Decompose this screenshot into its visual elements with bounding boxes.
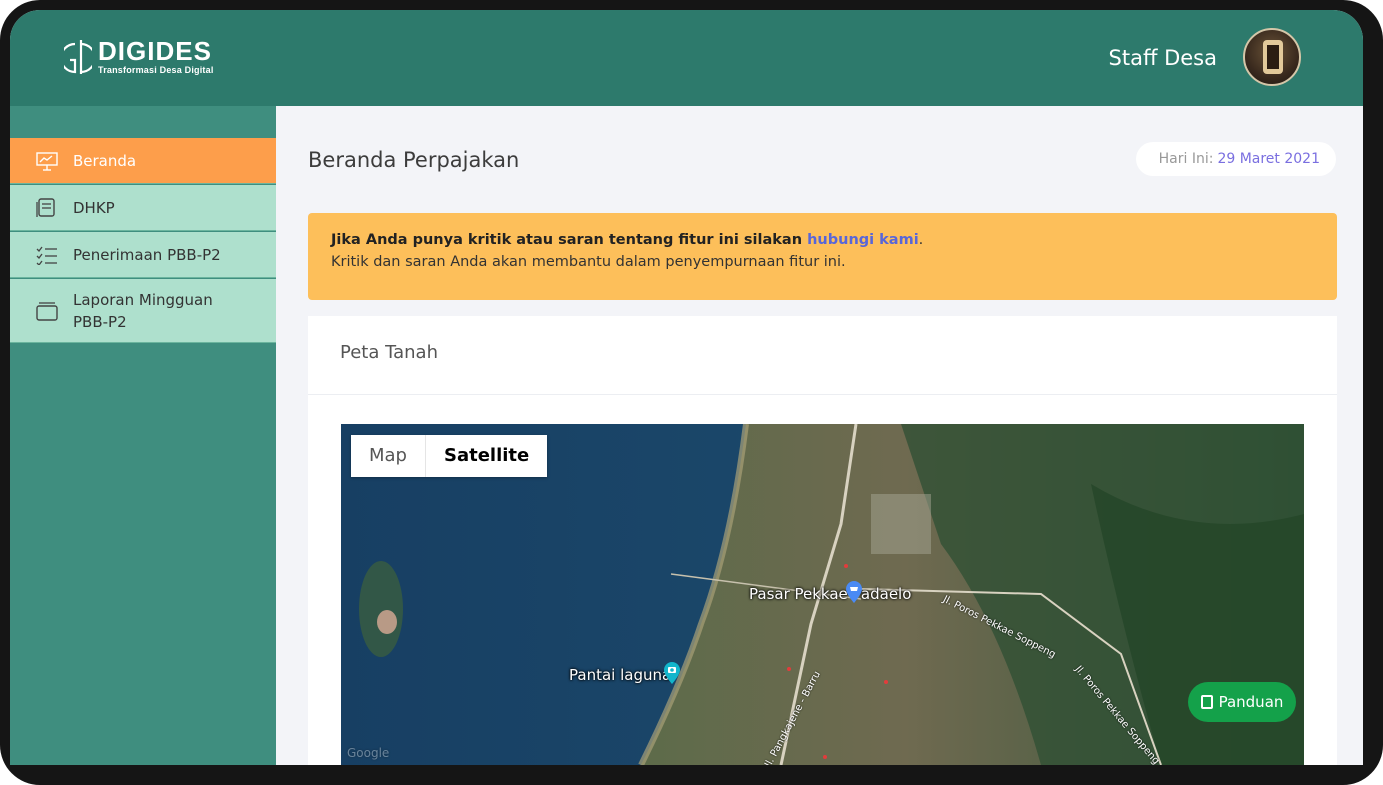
panduan-label: Panduan bbox=[1218, 693, 1284, 711]
place-label-pantai[interactable]: Pantai laguna bbox=[569, 666, 671, 684]
top-header: DIGIDES Transformasi Desa Digital Staff … bbox=[10, 10, 1363, 106]
card-title: Peta Tanah bbox=[340, 342, 438, 363]
feedback-alert: Jika Anda punya kritik atau saran tentan… bbox=[308, 213, 1337, 300]
folder-icon bbox=[36, 301, 58, 321]
app-frame: DIGIDES Transformasi Desa Digital Staff … bbox=[10, 10, 1363, 765]
sidebar-item-label: Beranda bbox=[73, 151, 137, 170]
google-attribution: Google bbox=[347, 746, 390, 760]
user-name[interactable]: Staff Desa bbox=[1109, 46, 1217, 70]
alert-text: Jika Anda punya kritik atau saran tentan… bbox=[331, 232, 808, 248]
contact-link[interactable]: hubungi kami bbox=[807, 232, 919, 248]
sidebar-item-beranda[interactable]: Beranda bbox=[10, 138, 276, 184]
checklist-icon bbox=[36, 245, 58, 266]
date-value: 29 Maret 2021 bbox=[1217, 151, 1320, 167]
sidebar-item-dhkp[interactable]: DHKP bbox=[10, 185, 276, 231]
avatar-image-detail bbox=[1267, 45, 1279, 69]
brand-logo[interactable]: DIGIDES Transformasi Desa Digital bbox=[59, 36, 214, 76]
camera-pin-icon[interactable] bbox=[663, 662, 681, 684]
avatar[interactable] bbox=[1243, 28, 1301, 86]
sidebar-item-penerimaan[interactable]: Penerimaan PBB-P2 bbox=[10, 232, 276, 278]
map-type-map-button[interactable]: Map bbox=[351, 435, 426, 477]
date-label: Hari Ini: bbox=[1158, 151, 1214, 167]
brand-name: DIGIDES bbox=[98, 36, 212, 66]
map-type-control: Map Satellite bbox=[351, 435, 548, 477]
date-badge: Hari Ini: 29 Maret 2021 bbox=[1136, 142, 1336, 176]
page-title: Beranda Perpajakan bbox=[308, 148, 520, 172]
sidebar-item-laporan[interactable]: Laporan Mingguan PBB-P2 bbox=[10, 279, 276, 343]
satellite-map[interactable]: Map Satellite Pasar Pekkae Padaelo Panta… bbox=[341, 424, 1304, 765]
document-stack-icon bbox=[36, 197, 58, 218]
brand-tagline: Transformasi Desa Digital bbox=[98, 65, 214, 75]
book-icon bbox=[1200, 695, 1213, 709]
sidebar-item-label: DHKP bbox=[73, 198, 115, 217]
sidebar: Beranda DHKP Penerimaan PBB-P2 Laporan M… bbox=[10, 106, 276, 765]
card-divider bbox=[308, 394, 1337, 395]
digides-logo-icon bbox=[59, 38, 97, 76]
land-map-card: Peta Tanah Map Satellite Pasar Pekkae Pa… bbox=[308, 316, 1337, 765]
shopping-cart-pin-icon[interactable] bbox=[845, 581, 863, 603]
sidebar-item-label: Laporan Mingguan PBB-P2 bbox=[73, 290, 213, 331]
alert-text-end: . bbox=[918, 232, 924, 248]
map-type-satellite-button[interactable]: Satellite bbox=[426, 435, 547, 477]
alert-subtext: Kritik dan saran Anda akan membantu dala… bbox=[331, 254, 846, 270]
sidebar-item-label: Penerimaan PBB-P2 bbox=[73, 245, 221, 264]
panduan-button[interactable]: Panduan bbox=[1188, 682, 1296, 722]
presentation-chart-icon bbox=[36, 151, 58, 171]
